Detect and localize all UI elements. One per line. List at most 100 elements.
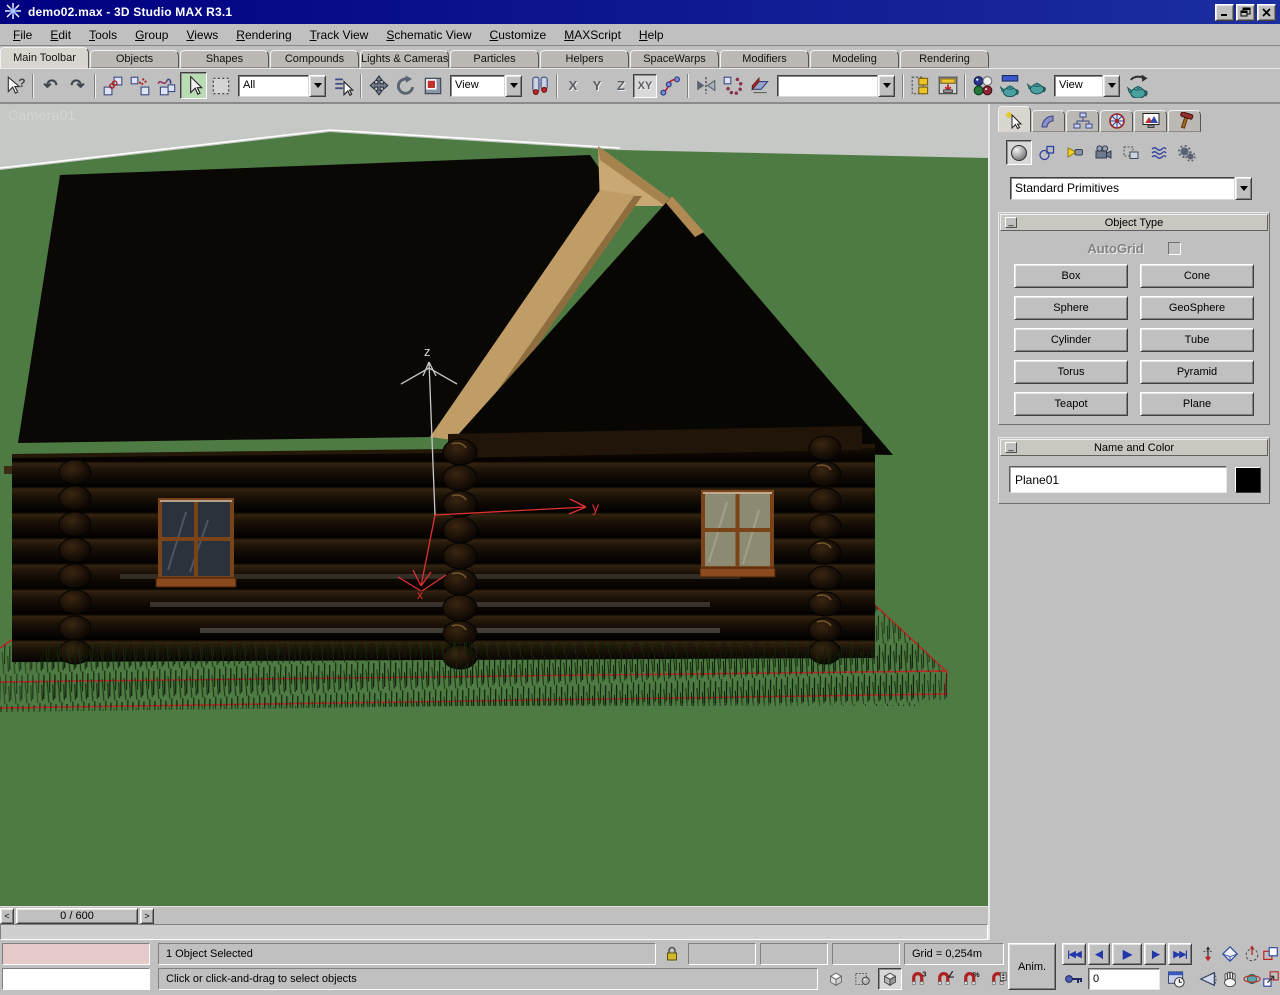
shapes-icon[interactable]: [1034, 140, 1060, 165]
restrict-xy-plane-button[interactable]: XY: [633, 74, 657, 98]
ik-toggle-icon[interactable]: [657, 72, 684, 99]
current-frame-field[interactable]: 0: [1088, 968, 1160, 990]
render-scene-icon[interactable]: [996, 72, 1023, 99]
go-to-start-button[interactable]: |◀◀: [1062, 943, 1086, 965]
plane-button[interactable]: Plane: [1140, 392, 1254, 416]
degradation-override-icon[interactable]: [824, 968, 848, 990]
align-icon[interactable]: [746, 72, 773, 99]
dolly-camera-icon[interactable]: [1198, 943, 1218, 965]
menu-schematic-view[interactable]: Schematic View: [377, 25, 480, 45]
track-bar[interactable]: [0, 924, 988, 940]
collapse-icon[interactable]: _: [1005, 442, 1017, 453]
selection-filter-dropdown[interactable]: All: [238, 75, 326, 97]
category-dropdown[interactable]: Standard Primitives: [1010, 177, 1252, 200]
dropdown-arrow-icon[interactable]: [878, 75, 895, 97]
viewport-scene[interactable]: z y x: [0, 104, 988, 906]
next-frame-arrow[interactable]: >: [140, 908, 154, 924]
select-object-icon[interactable]: [180, 72, 207, 99]
min-max-toggle-icon[interactable]: [1262, 968, 1280, 990]
time-configuration-icon[interactable]: [1164, 968, 1188, 990]
spinner-snap-icon[interactable]: [986, 968, 1010, 990]
motion-tab[interactable]: [1100, 110, 1133, 132]
dropdown-arrow-icon[interactable]: [309, 75, 326, 97]
redo-icon[interactable]: ↷: [64, 72, 91, 99]
object-name-field[interactable]: Plane01: [1009, 466, 1227, 493]
autogrid-checkbox[interactable]: [1168, 242, 1181, 255]
title-bar[interactable]: demo02.max - 3D Studio MAX R3.1: [0, 0, 1280, 24]
menu-rendering[interactable]: Rendering: [227, 25, 300, 45]
bind-to-space-warp-icon[interactable]: [153, 72, 180, 99]
material-editor-icon[interactable]: [969, 72, 996, 99]
dropdown-arrow-icon[interactable]: [505, 75, 522, 97]
restrict-z-button[interactable]: Z: [609, 74, 633, 98]
select-and-move-icon[interactable]: [365, 72, 392, 99]
tube-button[interactable]: Tube: [1140, 328, 1254, 352]
menu-edit[interactable]: Edit: [41, 25, 80, 45]
menu-maxscript[interactable]: MAXScript: [555, 25, 630, 45]
helpers-icon[interactable]: [1118, 140, 1144, 165]
create-tab[interactable]: [998, 106, 1031, 132]
tab-shapes[interactable]: Shapes: [180, 50, 269, 68]
select-and-link-icon[interactable]: [99, 72, 126, 99]
undo-icon[interactable]: ↶: [37, 72, 64, 99]
selection-lock-icon[interactable]: [660, 943, 684, 965]
name-color-rollout-header[interactable]: _ Name and Color: [1000, 439, 1268, 456]
animate-button[interactable]: Anim.: [1008, 943, 1056, 990]
menu-views[interactable]: Views: [177, 25, 227, 45]
cylinder-button[interactable]: Cylinder: [1014, 328, 1128, 352]
hierarchy-tab[interactable]: [1066, 110, 1099, 132]
key-mode-icon[interactable]: [1062, 968, 1086, 990]
cone-button[interactable]: Cone: [1140, 264, 1254, 288]
render-last-icon[interactable]: [1124, 72, 1151, 99]
box-button[interactable]: Box: [1014, 264, 1128, 288]
snap-toggle-icon[interactable]: [878, 968, 902, 990]
field-of-view-icon[interactable]: [1198, 968, 1218, 990]
viewport-label[interactable]: Camera01: [8, 107, 76, 123]
arc-rotate-icon[interactable]: [1242, 968, 1262, 990]
geosphere-button[interactable]: GeoSphere: [1140, 296, 1254, 320]
pan-hand-icon[interactable]: [1220, 968, 1240, 990]
restrict-x-button[interactable]: X: [561, 74, 585, 98]
named-selection-sets-dropdown[interactable]: [777, 75, 895, 97]
object-color-swatch[interactable]: [1235, 467, 1261, 493]
object-type-rollout-header[interactable]: _ Object Type: [1000, 214, 1268, 231]
space-warps-icon[interactable]: [1146, 140, 1172, 165]
menu-customize[interactable]: Customize: [481, 25, 556, 45]
lights-icon[interactable]: [1062, 140, 1088, 165]
modify-tab[interactable]: [1032, 110, 1065, 132]
pyramid-button[interactable]: Pyramid: [1140, 360, 1254, 384]
array-icon[interactable]: [719, 72, 746, 99]
roll-camera-icon[interactable]: [1242, 943, 1262, 965]
menu-tools[interactable]: Tools: [80, 25, 126, 45]
open-track-view-icon[interactable]: [907, 72, 934, 99]
select-and-scale-icon[interactable]: [419, 72, 446, 99]
tab-objects[interactable]: Objects: [90, 50, 179, 68]
tab-spacewarps[interactable]: SpaceWarps: [630, 50, 719, 68]
collapse-icon[interactable]: _: [1005, 217, 1017, 228]
percent-snap-icon[interactable]: %: [958, 968, 982, 990]
maxscript-mini-listener-macro[interactable]: [2, 943, 150, 965]
play-button[interactable]: ▶: [1112, 943, 1142, 965]
reference-coordinate-system-dropdown[interactable]: View: [450, 75, 522, 97]
select-by-name-icon[interactable]: [330, 72, 357, 99]
previous-frame-arrow[interactable]: <: [0, 908, 14, 924]
dropdown-arrow-icon[interactable]: [1103, 75, 1120, 97]
torus-button[interactable]: Torus: [1014, 360, 1128, 384]
restore-button[interactable]: [1236, 4, 1255, 21]
angle-snap-icon[interactable]: ∠: [932, 968, 956, 990]
cameras-icon[interactable]: [1090, 140, 1116, 165]
time-slider-handle[interactable]: 0 / 600: [16, 908, 138, 924]
next-frame-button[interactable]: |▶: [1144, 943, 1166, 965]
tab-compounds[interactable]: Compounds: [270, 50, 359, 68]
help-mode-icon[interactable]: ?: [2, 72, 29, 99]
go-to-end-button[interactable]: ▶▶|: [1168, 943, 1192, 965]
tab-lights-cameras[interactable]: Lights & Cameras: [360, 50, 449, 68]
render-type-dropdown[interactable]: View: [1054, 75, 1120, 97]
unlink-selection-icon[interactable]: [126, 72, 153, 99]
sphere-button[interactable]: Sphere: [1014, 296, 1128, 320]
select-and-rotate-icon[interactable]: [392, 72, 419, 99]
display-tab[interactable]: [1134, 110, 1167, 132]
open-schematic-view-icon[interactable]: [934, 72, 961, 99]
minimize-button[interactable]: [1215, 4, 1234, 21]
maxscript-mini-listener[interactable]: [2, 968, 150, 990]
